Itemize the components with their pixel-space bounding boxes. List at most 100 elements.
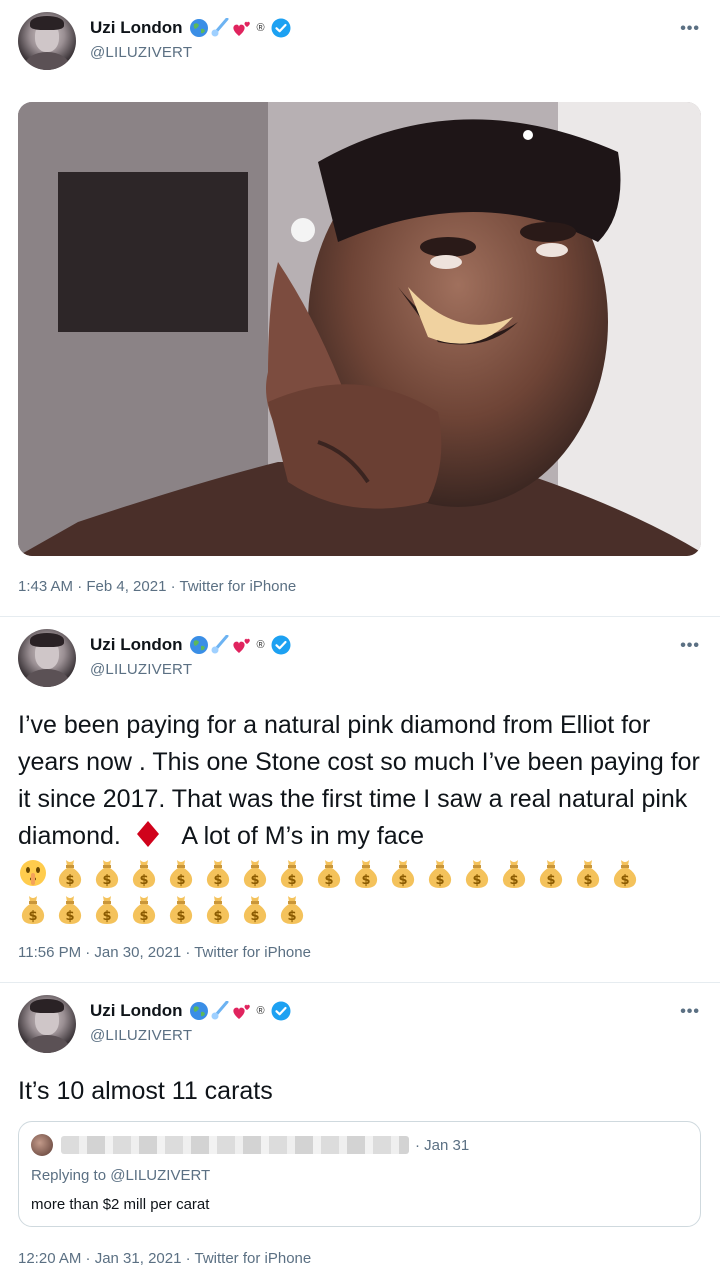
replying-to: Replying to @LILUZIVERT <box>31 1167 211 1184</box>
money-bag-icon: $ <box>243 896 267 924</box>
money-bag-icon: $ <box>428 860 452 888</box>
registered-icon: ® <box>256 22 265 34</box>
globe-icon <box>189 636 208 654</box>
verified-badge-icon <box>271 1001 291 1021</box>
svg-text:$: $ <box>583 873 592 888</box>
author-handle[interactable]: @LILUZIVERT <box>90 661 192 678</box>
more-options-icon[interactable]: ••• <box>680 20 700 38</box>
quoted-date: · Jan 31 <box>415 1137 470 1154</box>
author-name-row: Uzi London ® <box>90 635 291 655</box>
svg-text:$: $ <box>472 873 481 888</box>
money-bag-icon: $ <box>132 896 156 924</box>
svg-text:$: $ <box>28 909 37 924</box>
timestamp[interactable]: 1:43 AM · Feb 4, 2021 · Twitter for iPho… <box>18 578 296 595</box>
author-handle[interactable]: @LILUZIVERT <box>90 1027 192 1044</box>
globe-icon <box>189 1002 208 1020</box>
comet-icon <box>211 1001 229 1020</box>
photo-portrait <box>18 102 701 556</box>
author-name[interactable]: Uzi London <box>90 1001 183 1021</box>
tweet-text: I’ve been paying for a natural pink diam… <box>18 707 708 927</box>
quoted-tweet[interactable]: · Jan 31 Replying to @LILUZIVERT more th… <box>18 1121 701 1227</box>
svg-text:$: $ <box>620 873 629 888</box>
shushing-face-icon <box>20 860 46 886</box>
svg-text:$: $ <box>546 873 555 888</box>
verified-badge-icon <box>271 635 291 655</box>
svg-text:$: $ <box>139 909 148 924</box>
hearts-icon <box>232 1004 250 1019</box>
svg-text:$: $ <box>361 873 370 888</box>
verified-badge-icon <box>271 18 291 38</box>
tweet-1: Uzi London ® @LILUZIVERT ••• 1:43 AM · F… <box>0 0 720 616</box>
quoted-author-blurred <box>61 1136 409 1154</box>
svg-text:$: $ <box>102 909 111 924</box>
author-name[interactable]: Uzi London <box>90 635 183 655</box>
money-bag-icon: $ <box>206 896 230 924</box>
name-emojis: ® <box>189 1001 265 1021</box>
svg-text:$: $ <box>324 873 333 888</box>
money-bag-icon: $ <box>95 860 119 888</box>
svg-text:$: $ <box>435 873 444 888</box>
timestamp[interactable]: 12:20 AM · Jan 31, 2021 · Twitter for iP… <box>18 1250 311 1267</box>
author-name-row: Uzi London ® <box>90 1001 291 1021</box>
money-bag-icon: $ <box>58 860 82 888</box>
emoji-line-1: $ $ $ $ $ $ $ $ $ $ $ $ $ $ $ $ <box>18 855 708 891</box>
money-bag-icon: $ <box>169 860 193 888</box>
money-bag-icon: $ <box>317 860 341 888</box>
tweet-text: It’s 10 almost 11 carats <box>18 1077 273 1105</box>
svg-text:$: $ <box>65 909 74 924</box>
money-bag-icon: $ <box>354 860 378 888</box>
globe-icon <box>189 19 208 37</box>
author-name[interactable]: Uzi London <box>90 18 183 38</box>
svg-text:$: $ <box>176 873 185 888</box>
money-bag-icon: $ <box>280 896 304 924</box>
name-emojis: ® <box>189 635 265 655</box>
svg-text:$: $ <box>65 873 74 888</box>
svg-text:$: $ <box>176 909 185 924</box>
more-options-icon[interactable]: ••• <box>680 1003 700 1021</box>
emoji-line-2: $ $ $ $ $ $ $ $ <box>18 891 708 927</box>
money-bag-icon: $ <box>21 896 45 924</box>
hearts-icon <box>232 638 250 653</box>
svg-text:$: $ <box>102 873 111 888</box>
money-bag-icon: $ <box>465 860 489 888</box>
svg-text:$: $ <box>213 873 222 888</box>
registered-icon: ® <box>256 639 265 651</box>
tweet-2: Uzi London ® @LILUZIVERT ••• I’ve been p… <box>0 617 720 981</box>
comet-icon <box>211 635 229 654</box>
money-bag-icon: $ <box>169 896 193 924</box>
money-bag-icon: $ <box>576 860 600 888</box>
svg-text:$: $ <box>250 873 259 888</box>
svg-text:$: $ <box>250 909 259 924</box>
quoted-text: more than $2 mill per carat <box>31 1196 210 1213</box>
hearts-icon <box>232 21 250 36</box>
name-emojis: ® <box>189 18 265 38</box>
money-bag-icon: $ <box>206 860 230 888</box>
svg-text:$: $ <box>287 873 296 888</box>
registered-icon: ® <box>256 1005 265 1017</box>
tweet-text-tail: A lot of M’s in my face <box>181 822 425 850</box>
svg-text:$: $ <box>398 873 407 888</box>
svg-text:$: $ <box>213 909 222 924</box>
author-handle[interactable]: @LILUZIVERT <box>90 44 192 61</box>
quoted-avatar <box>31 1134 53 1156</box>
money-bag-icon: $ <box>243 860 267 888</box>
money-bag-icon: $ <box>502 860 526 888</box>
author-name-row: Uzi London ® <box>90 18 291 38</box>
money-bag-icon: $ <box>613 860 637 888</box>
avatar[interactable] <box>18 12 76 70</box>
timestamp[interactable]: 11:56 PM · Jan 30, 2021 · Twitter for iP… <box>18 944 311 961</box>
money-bag-icon: $ <box>58 896 82 924</box>
more-options-icon[interactable]: ••• <box>680 637 700 655</box>
money-bag-icon: $ <box>280 860 304 888</box>
svg-text:$: $ <box>287 909 296 924</box>
svg-text:$: $ <box>139 873 148 888</box>
avatar[interactable] <box>18 995 76 1053</box>
avatar[interactable] <box>18 629 76 687</box>
money-bag-icon: $ <box>539 860 563 888</box>
svg-text:$: $ <box>509 873 518 888</box>
tweet-photo[interactable] <box>18 102 701 556</box>
red-diamond-icon <box>136 821 159 847</box>
money-bag-icon: $ <box>132 860 156 888</box>
comet-icon <box>211 18 229 37</box>
money-bag-icon: $ <box>95 896 119 924</box>
